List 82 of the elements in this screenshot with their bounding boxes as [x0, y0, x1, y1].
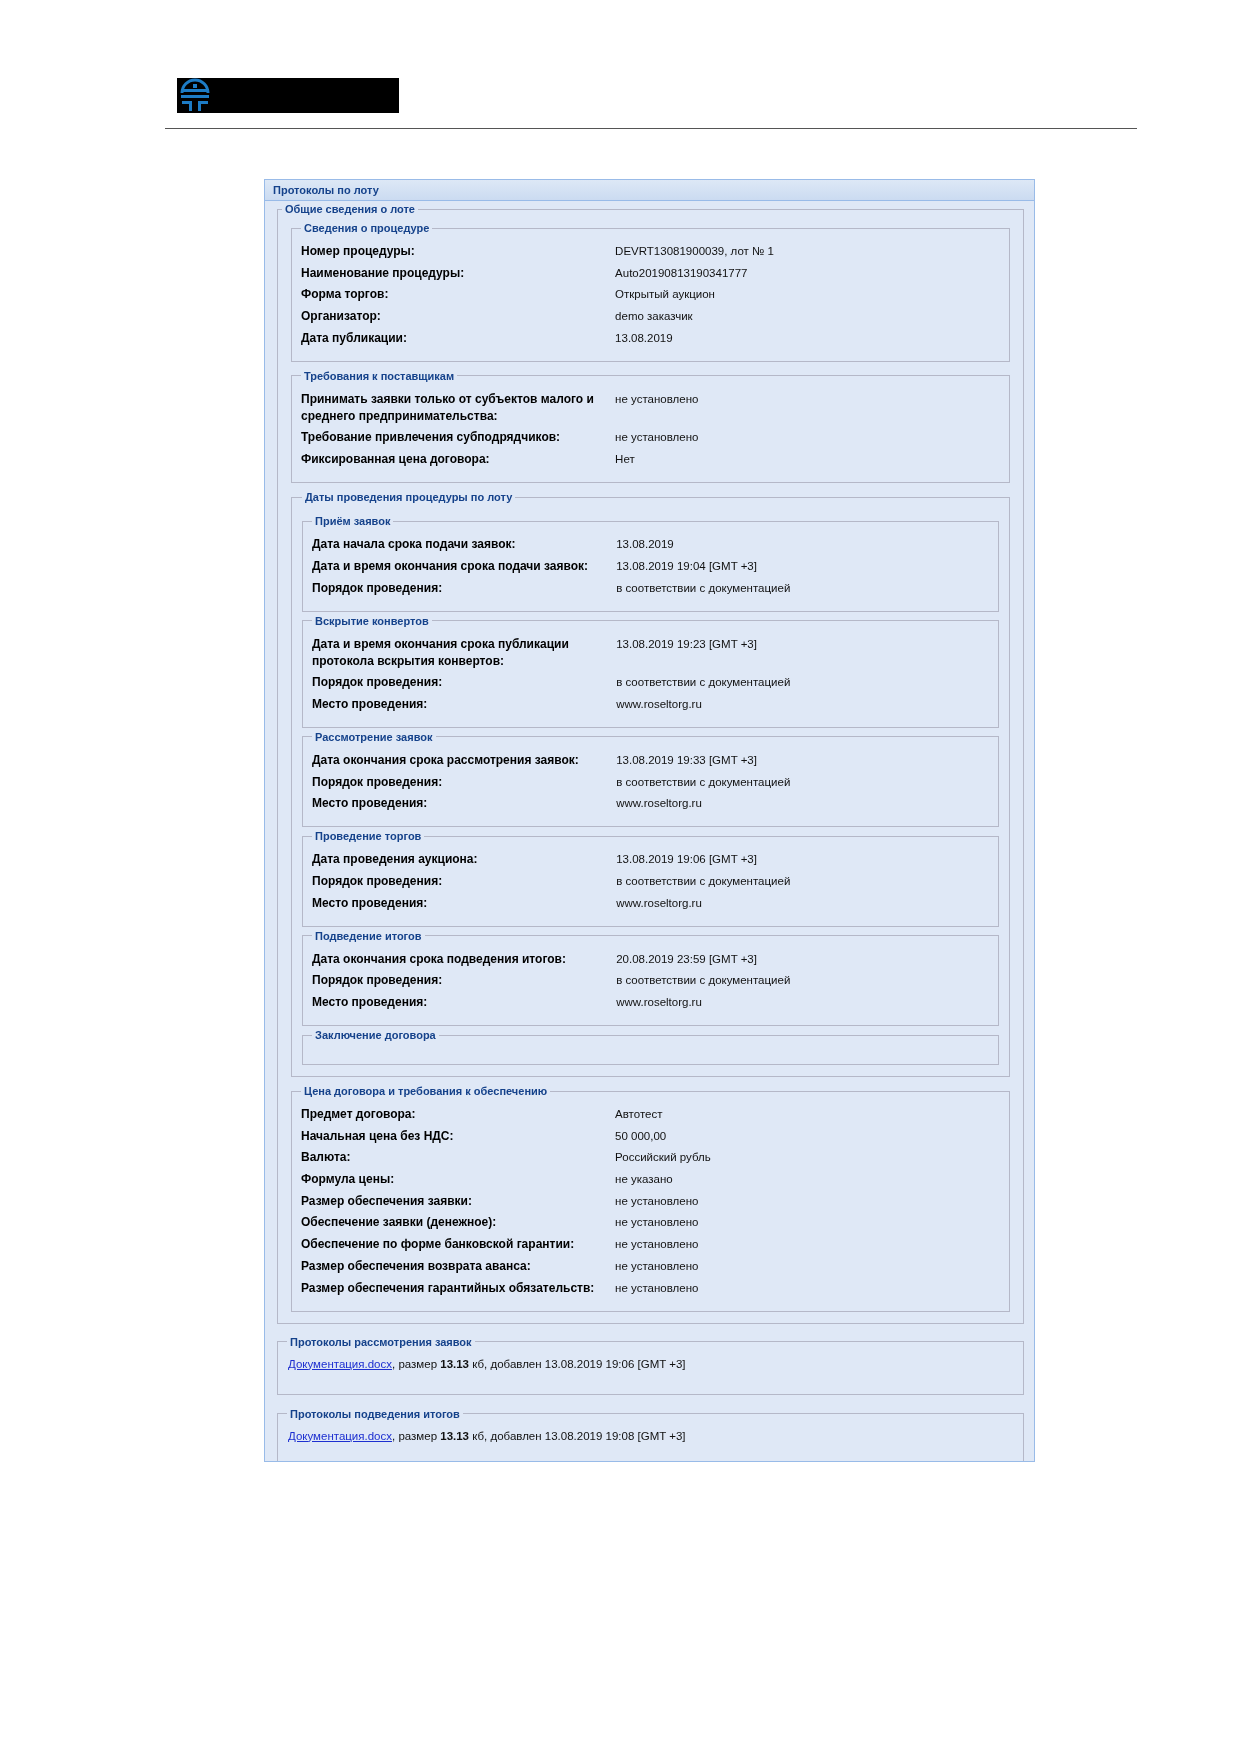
field-label: Предмет договора: [301, 1106, 417, 1123]
field-value: Российский рубль [615, 1150, 712, 1166]
field-label: Формула цены: [301, 1171, 396, 1189]
field-label: Дата начала срока подачи заявок: [312, 536, 517, 554]
field-label: Обеспечение по форме банковской гарантии: [301, 1236, 576, 1254]
field-value: не установлено [615, 1215, 700, 1231]
field-value: не установлено [615, 430, 700, 446]
field-label: Место проведения: [312, 994, 429, 1011]
field-value: www.roseltorg.ru [616, 895, 703, 911]
field-value: 20.08.2019 23:59 [GMT +3] [616, 951, 758, 967]
field-value: в соответствии с документацией [616, 774, 792, 790]
field-label: Фиксированная цена договора: [301, 451, 491, 469]
field-value: не установлено [615, 1237, 700, 1253]
field-label: Номер процедуры: [301, 243, 416, 260]
section-legend: Приём заявок [312, 514, 394, 529]
field-label: Дата окончания срока подведения итогов: [312, 950, 567, 968]
section-legend: Подведение итогов [312, 928, 425, 943]
field-label: Принимать заявки только от субъектов малого и среднего предпринимательства: [301, 390, 595, 425]
field-value: 13.08.2019 [616, 537, 675, 553]
field-value: 13.08.2019 19:33 [GMT +3] [616, 752, 758, 768]
field-label: Форма торгов: [301, 286, 390, 304]
file-link[interactable]: Документация.docx [288, 1429, 392, 1442]
section-legend: Требования к поставщикам [301, 368, 458, 383]
section-legend: Цена договора и требования к обеспечению [301, 1084, 551, 1098]
field-value: Auto20190813190341777 [615, 265, 749, 281]
field-label: Порядок проведения: [312, 674, 444, 692]
field-label: Место проведения: [312, 795, 429, 813]
section-legend: Сведения о процедуре [301, 221, 433, 235]
field-value: demo заказчик [615, 309, 694, 325]
field-label: Требование привлечения субподрядчиков: [301, 429, 562, 447]
field-value: в соответствии с документацией [616, 580, 792, 596]
section-legend: Рассмотрение заявок [312, 729, 436, 744]
field-value: 13.08.2019 19:23 [GMT +3] [616, 636, 758, 652]
field-value: Открытый аукцион [615, 287, 716, 303]
field-label: Дата и время окончания срока публикации протокола вскрытия конвертов: [312, 635, 570, 670]
field-value: www.roseltorg.ru [616, 995, 703, 1010]
field-value: в соответствии с документацией [616, 873, 792, 889]
field-label: Дата проведения аукциона: [312, 851, 479, 869]
field-value: не установлено [615, 1280, 700, 1296]
field-label: Место проведения: [312, 695, 429, 713]
file-entry: Документация.docx, размер 13.13 кб, добавлен 13.08.2019 19:06 [GMT +3] [288, 1356, 687, 1372]
field-label: Порядок проведения: [312, 972, 444, 990]
field-label: Размер обеспечения заявки: [301, 1192, 473, 1210]
section-legend: Даты проведения процедуры по лоту [302, 490, 516, 505]
field-label: Дата окончания срока рассмотрения заявок: [312, 751, 580, 769]
field-value: не установлено [615, 1193, 700, 1209]
field-label: Начальная цена без НДС: [301, 1127, 455, 1145]
field-label: Организатор: [301, 308, 382, 326]
field-label: Порядок проведения: [312, 872, 444, 890]
section-legend: Вскрытие конвертов [312, 613, 432, 628]
field-value: в соответствии с документацией [616, 675, 792, 691]
field-label: Порядок проведения: [312, 773, 444, 791]
panel-title: Протоколы по лоту [265, 180, 1034, 201]
field-label: Дата и время окончания срока подачи заявок: [312, 557, 590, 575]
field-value: не указано [615, 1172, 674, 1188]
field-label: Размер обеспечения гарантийных обязательств: [301, 1279, 596, 1297]
field-value: 13.08.2019 19:04 [GMT +3] [616, 558, 758, 574]
section-legend: Протоколы подведения итогов [287, 1406, 463, 1421]
field-value: в соответствии с документацией [616, 973, 792, 989]
field-value: www.roseltorg.ru [616, 696, 703, 712]
field-value: Нет [615, 452, 636, 468]
field-label: Размер обеспечения возврата аванса: [301, 1257, 532, 1275]
field-value: www.roseltorg.ru [616, 796, 703, 812]
field-label: Наименование процедуры: [301, 264, 466, 282]
field-label: Дата публикации: [301, 329, 408, 347]
field-value: DEVRT13081900039, лот № 1 [615, 244, 775, 259]
field-value: не установлено [615, 391, 700, 407]
field-label: Место проведения: [312, 894, 429, 912]
field-value: 50 000,00 [615, 1128, 668, 1144]
section-legend: Общие сведения о лоте [282, 202, 418, 216]
field-value: Автотест [615, 1107, 664, 1122]
section-legend: Заключение договора [312, 1028, 439, 1042]
section-legend: Проведение торгов [312, 829, 425, 844]
file-link[interactable]: Документация.docx [288, 1357, 392, 1370]
field-value: 13.08.2019 19:06 [GMT +3] [616, 852, 758, 868]
section-legend: Протоколы рассмотрения заявок [287, 1334, 475, 1349]
field-label: Валюта: [301, 1149, 352, 1167]
field-label: Обеспечение заявки (денежное): [301, 1214, 498, 1232]
file-entry: Документация.docx, размер 13.13 кб, добавлен 13.08.2019 19:08 [GMT +3] [288, 1428, 687, 1444]
field-label: Порядок проведения: [312, 579, 444, 597]
field-value: 13.08.2019 [615, 330, 674, 346]
field-value: не установлено [615, 1258, 700, 1274]
